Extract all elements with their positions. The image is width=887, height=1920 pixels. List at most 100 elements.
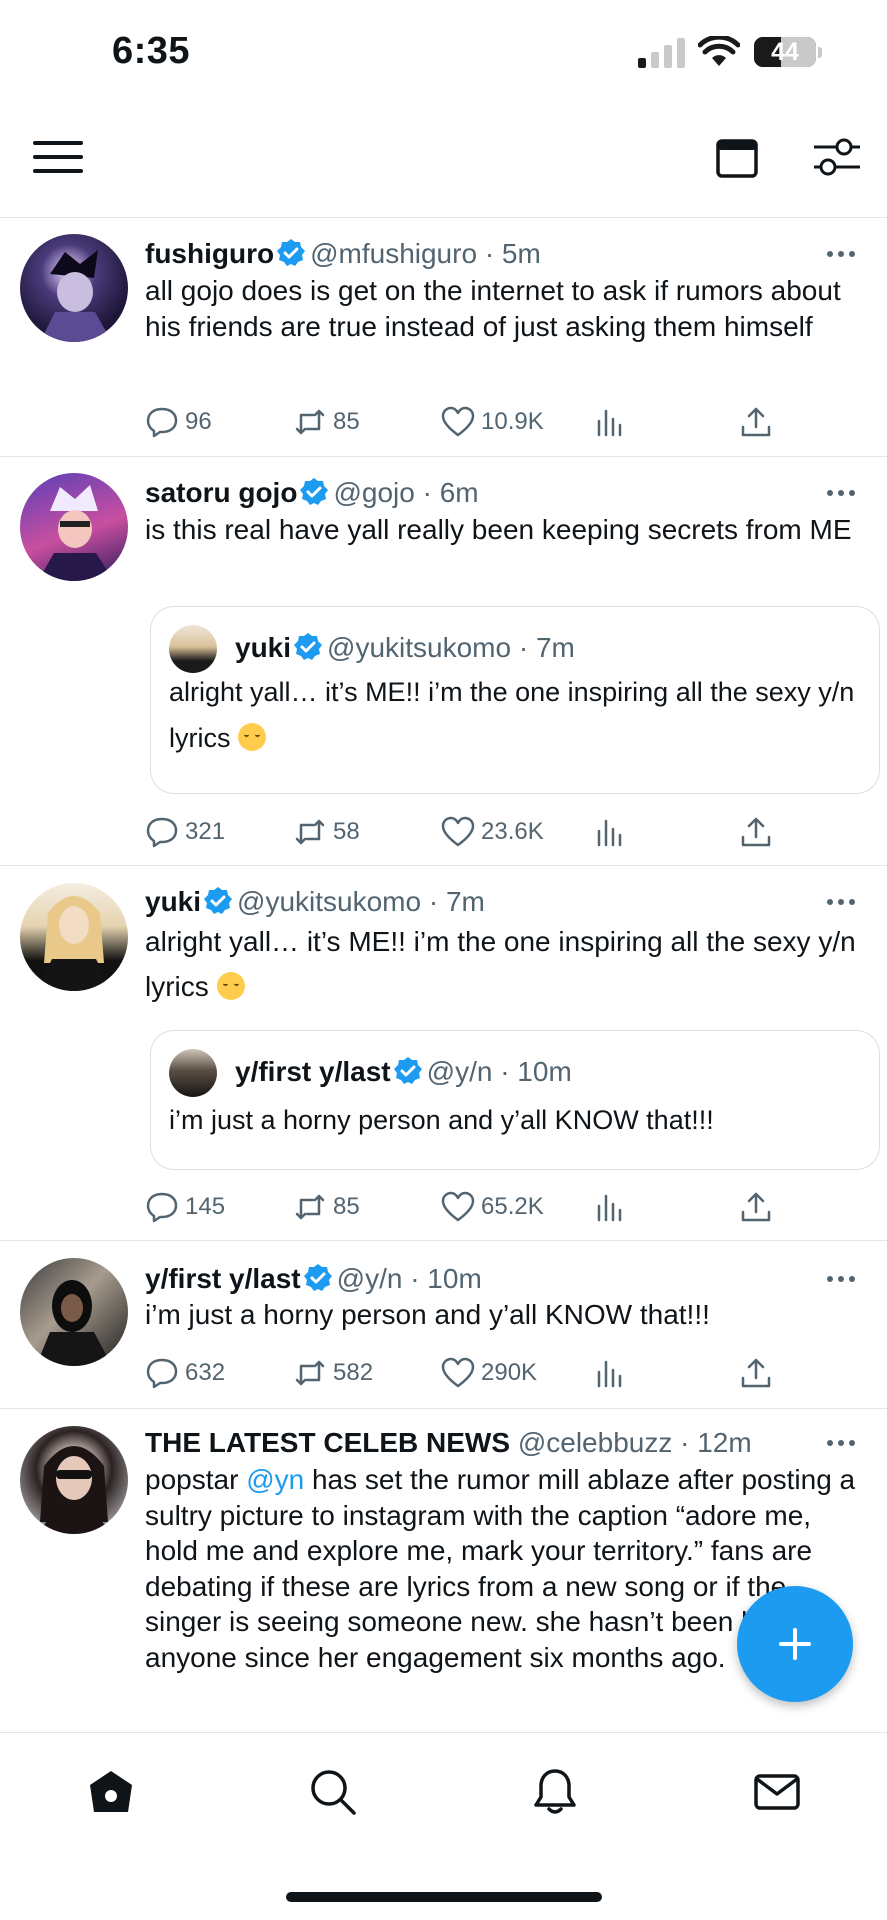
- quoted-tweet-time: · 7m: [518, 632, 575, 663]
- messages-envelope-icon[interactable]: [752, 1767, 802, 1817]
- quoted-tweet-text: i’m just a horny person and y’all KNOW t…: [169, 1105, 714, 1135]
- quoted-tweet-time: · 10m: [500, 1056, 572, 1087]
- quoted-avatar[interactable]: [169, 625, 217, 673]
- heart-icon: [441, 816, 475, 847]
- sliders-icon[interactable]: [812, 136, 860, 178]
- calendar-icon[interactable]: [716, 136, 758, 178]
- reply-count: 632: [185, 1359, 226, 1386]
- views-chart-icon: [597, 819, 622, 847]
- avatar[interactable]: [20, 1258, 128, 1366]
- tweet-text: all gojo does is get on the internet to …: [145, 275, 841, 342]
- tweet-time: · 6m: [422, 477, 479, 508]
- like-button[interactable]: 65.2K: [441, 1187, 544, 1227]
- tweet[interactable]: fushiguro @mfushiguro · 5m all gojo does …: [0, 219, 887, 457]
- heart-icon: [441, 1191, 475, 1222]
- avatar[interactable]: [20, 883, 128, 991]
- author-handle[interactable]: @mfushiguro: [310, 238, 477, 269]
- avatar[interactable]: [20, 234, 128, 342]
- reply-button[interactable]: 632: [145, 1353, 225, 1393]
- author-handle[interactable]: @celebbuzz: [518, 1427, 673, 1458]
- reply-count: 321: [185, 818, 226, 845]
- verified-badge-icon: [393, 1057, 422, 1084]
- views-button[interactable]: [593, 402, 633, 442]
- like-count: 23.6K: [481, 818, 544, 845]
- retweet-count: 85: [333, 408, 360, 435]
- battery-nub: [818, 47, 822, 58]
- author-name[interactable]: y/first y/last: [145, 1263, 301, 1294]
- share-button[interactable]: [739, 812, 779, 852]
- retweet-button[interactable]: 85: [293, 402, 360, 442]
- share-button[interactable]: [739, 402, 779, 442]
- share-button[interactable]: [739, 1187, 779, 1227]
- author-name[interactable]: satoru gojo: [145, 477, 297, 508]
- author-handle[interactable]: @yukitsukomo: [237, 886, 421, 917]
- tweet-time: · 10m: [410, 1263, 482, 1294]
- avatar[interactable]: [20, 1426, 128, 1534]
- views-button[interactable]: [593, 1187, 633, 1227]
- tweet-actions: 96 85 10.9K: [145, 402, 785, 442]
- tweet-header: THE LATEST CELEB NEWS @celebbuzz · 12m: [145, 1426, 752, 1460]
- share-icon: [741, 817, 771, 847]
- quoted-author-handle[interactable]: @y/n: [427, 1056, 493, 1087]
- compose-tweet-button[interactable]: [737, 1586, 853, 1702]
- home-icon[interactable]: [86, 1767, 136, 1817]
- retweet-count: 582: [333, 1359, 374, 1386]
- tweet[interactable]: yuki @yukitsukomo · 7m alright yall… it’s…: [0, 867, 887, 1241]
- quoted-tweet[interactable]: yuki @yukitsukomo · 7m alright yall… it’s…: [150, 606, 880, 794]
- quoted-text-content: alright yall… it’s ME!! i’m the one insp…: [169, 677, 855, 753]
- plus-icon: [779, 1628, 811, 1660]
- reply-icon: [146, 817, 178, 848]
- more-options-icon[interactable]: [827, 488, 857, 498]
- hamburger-menu-icon[interactable]: [33, 140, 83, 174]
- verified-badge-icon: [277, 239, 306, 266]
- top-nav: [0, 100, 887, 218]
- mention-link[interactable]: @yn: [246, 1464, 304, 1495]
- views-chart-icon: [597, 1194, 622, 1222]
- author-name[interactable]: yuki: [145, 886, 201, 917]
- like-button[interactable]: 23.6K: [441, 812, 544, 852]
- quoted-author-name[interactable]: yuki: [235, 632, 291, 663]
- tweet-header: fushiguro @mfushiguro · 5m: [145, 237, 541, 271]
- retweet-button[interactable]: 582: [293, 1353, 373, 1393]
- retweet-count: 85: [333, 1193, 360, 1220]
- avatar-illustration: [38, 1446, 112, 1534]
- avatar-illustration: [36, 896, 112, 991]
- share-button[interactable]: [739, 1353, 779, 1393]
- retweet-button[interactable]: 85: [293, 1187, 360, 1227]
- like-button[interactable]: 10.9K: [441, 402, 544, 442]
- reply-button[interactable]: 321: [145, 812, 225, 852]
- avatar[interactable]: [20, 473, 128, 581]
- home-indicator: [286, 1892, 602, 1902]
- status-time: 6:35: [112, 30, 191, 72]
- reply-button[interactable]: 145: [145, 1187, 225, 1227]
- tweet-time: · 12m: [680, 1427, 752, 1458]
- tweet-text-before: popstar: [145, 1464, 239, 1495]
- author-name[interactable]: THE LATEST CELEB NEWS: [145, 1427, 510, 1458]
- more-options-icon[interactable]: [827, 249, 857, 259]
- author-handle[interactable]: @y/n: [337, 1263, 403, 1294]
- more-options-icon[interactable]: [827, 1274, 857, 1284]
- share-icon: [741, 407, 771, 437]
- notifications-bell-icon[interactable]: [530, 1767, 580, 1817]
- tweet-time: · 5m: [484, 238, 541, 269]
- reply-button[interactable]: 96: [145, 402, 212, 442]
- heart-icon: [441, 406, 475, 437]
- retweet-button[interactable]: 58: [293, 812, 360, 852]
- views-button[interactable]: [593, 1353, 633, 1393]
- quoted-author-name[interactable]: y/first y/last: [235, 1056, 391, 1087]
- verified-badge-icon: [204, 887, 233, 914]
- reply-count: 96: [185, 408, 212, 435]
- quoted-author-handle[interactable]: @yukitsukomo: [327, 632, 511, 663]
- tweet[interactable]: satoru gojo @gojo · 6m is this real have …: [0, 458, 887, 866]
- avatar-illustration: [38, 485, 114, 581]
- quoted-avatar[interactable]: [169, 1049, 217, 1097]
- quoted-tweet[interactable]: y/first y/last @y/n · 10m i’m just a horn…: [150, 1030, 880, 1170]
- author-handle[interactable]: @gojo: [333, 477, 414, 508]
- like-button[interactable]: 290K: [441, 1353, 537, 1393]
- search-icon[interactable]: [308, 1767, 358, 1817]
- author-name[interactable]: fushiguro: [145, 238, 274, 269]
- tweet[interactable]: y/first y/last @y/n · 10m i’m just a horn…: [0, 1242, 887, 1409]
- more-options-icon[interactable]: [827, 897, 857, 907]
- views-button[interactable]: [593, 812, 633, 852]
- more-options-icon[interactable]: [827, 1438, 857, 1448]
